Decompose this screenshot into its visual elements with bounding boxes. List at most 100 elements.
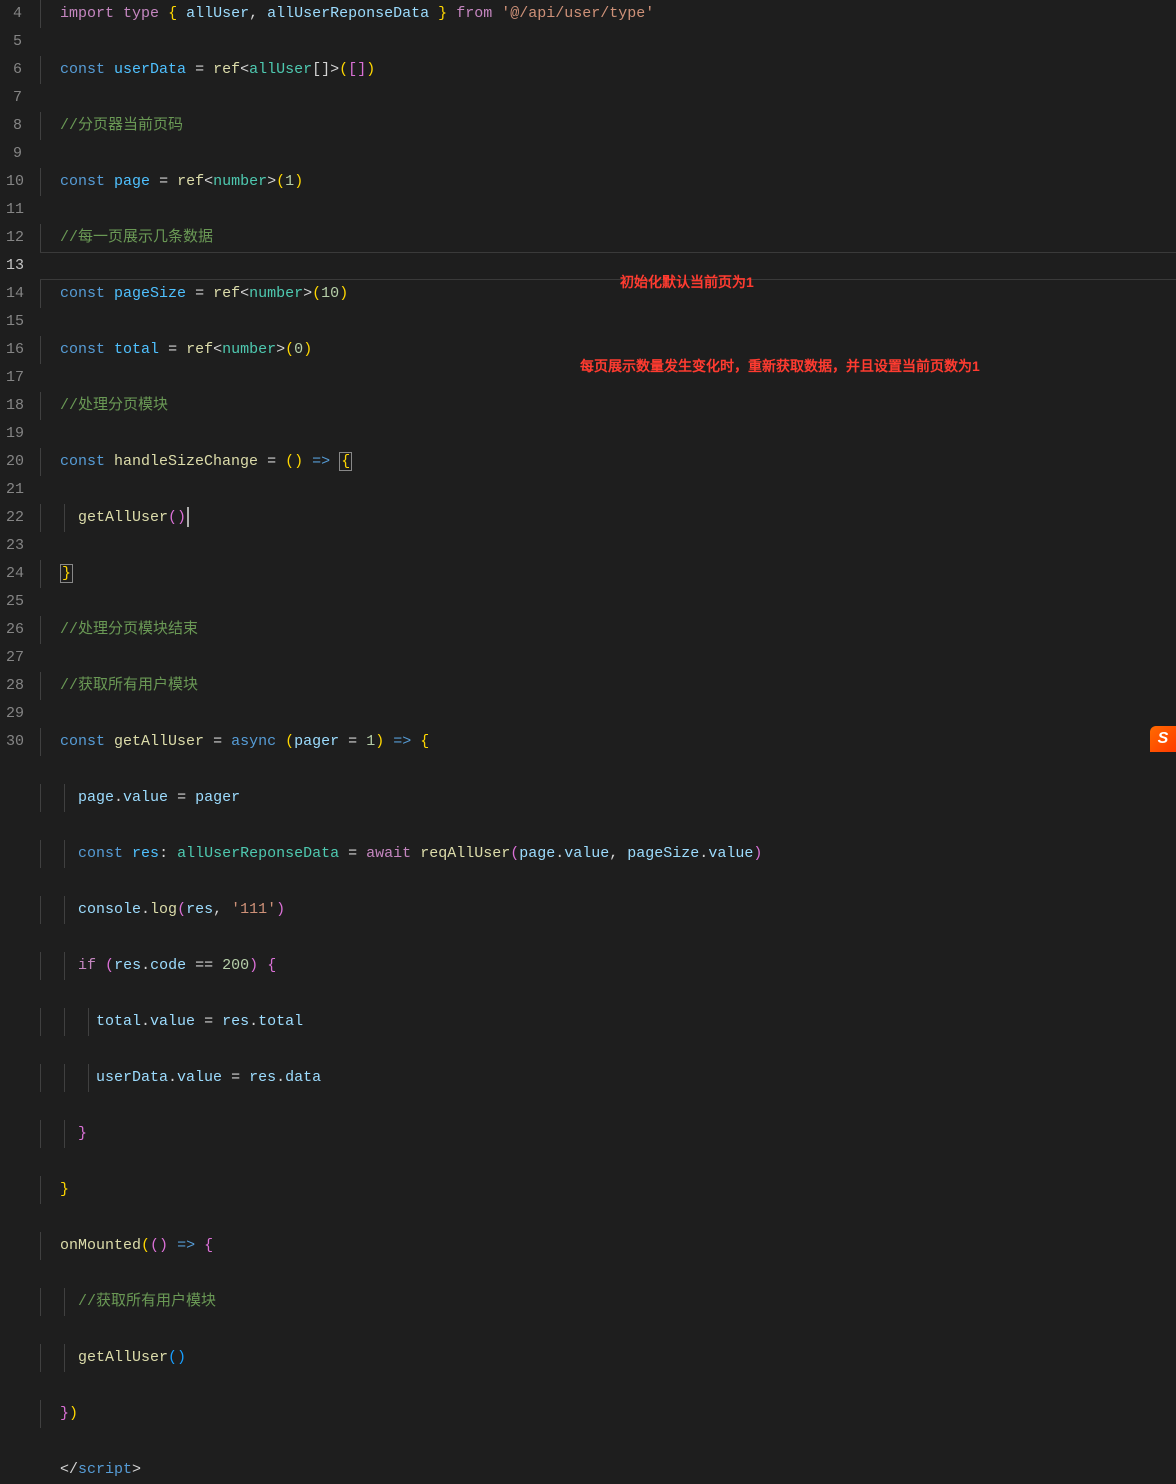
code-token [186,789,195,806]
code-line[interactable]: page.value = pager [40,784,1176,812]
code-token: < [240,285,249,302]
code-token: //每一页展示几条数据 [60,229,213,246]
code-token: //获取所有用户模块 [78,1293,216,1310]
line-number: 6 [6,56,22,84]
code-token: const [60,285,105,302]
code-line[interactable]: userData.value = res.data [40,1064,1176,1092]
code-token: type [123,5,159,22]
code-token: allUser [249,61,312,78]
code-line[interactable]: //获取所有用户模块 [40,1288,1176,1316]
code-line[interactable]: if (res.code == 200) { [40,952,1176,980]
code-token [222,1069,231,1086]
line-number: 17 [6,364,22,392]
code-token: ( [510,845,519,862]
code-token: == [195,957,213,974]
code-token: const [60,733,105,750]
code-token: from [456,5,492,22]
code-line[interactable]: }) [40,1400,1176,1428]
code-line[interactable]: } [40,1176,1176,1204]
code-token: ( [150,1237,159,1254]
code-token: //处理分页模块 [60,397,168,414]
code-token [159,341,168,358]
code-line[interactable]: const res: allUserReponseData = await re… [40,840,1176,868]
code-token [303,453,312,470]
code-line[interactable]: getAllUser() [40,1344,1176,1372]
code-token [213,957,222,974]
code-line[interactable]: const pageSize = ref<number>(10) [40,280,1176,308]
code-token: const [60,341,105,358]
code-token [195,1013,204,1030]
code-token: , [249,5,267,22]
code-token: //处理分页模块结束 [60,621,198,638]
code-token [492,5,501,22]
code-line[interactable]: const total = ref<number>(0) [40,336,1176,364]
code-line[interactable]: } [40,1120,1176,1148]
code-line[interactable]: //处理分页模块结束 [40,616,1176,644]
code-token: ( [312,285,321,302]
code-line[interactable]: //获取所有用户模块 [40,672,1176,700]
sogou-ime-icon[interactable]: S [1150,726,1176,752]
code-token: value [564,845,609,862]
code-token: < [213,341,222,358]
line-number: 24 [6,560,22,588]
code-token: ( [276,173,285,190]
code-line[interactable]: const page = ref<number>(1) [40,168,1176,196]
line-number: 7 [6,84,22,112]
code-token: ) [753,845,762,862]
code-token: < [204,173,213,190]
code-token: . [141,1013,150,1030]
code-area[interactable]: 初始化默认当前页为1 每页展示数量发生变化时，重新获取数据，并且设置当前页数为1… [40,0,1176,752]
line-number: 13 [6,252,22,280]
code-token: ) [366,61,375,78]
code-line[interactable]: //分页器当前页码 [40,112,1176,140]
code-token: ) [177,1349,186,1366]
code-line[interactable]: getAllUser() [40,504,1176,532]
code-line[interactable]: total.value = res.total [40,1008,1176,1036]
code-token: } [60,564,73,583]
code-token: . [168,1069,177,1086]
code-token: pager [195,789,240,806]
code-token [186,957,195,974]
code-token: = [195,285,204,302]
code-line[interactable]: const userData = ref<allUser[]>([]) [40,56,1176,84]
code-line[interactable]: //每一页展示几条数据 [40,224,1176,252]
code-token [447,5,456,22]
code-token [114,5,123,22]
code-token: total [114,341,159,358]
code-token: total [258,1013,303,1030]
code-token: . [141,901,150,918]
code-token: import [60,5,114,22]
code-token: > [276,341,285,358]
code-token [177,341,186,358]
code-token: , [213,901,231,918]
code-token: reqAllUser [420,845,510,862]
code-token [105,61,114,78]
code-line[interactable]: console.log(res, '111') [40,896,1176,924]
code-token [177,5,186,22]
code-token: 0 [294,341,303,358]
code-token [204,61,213,78]
code-line[interactable]: import type { allUser, allUserReponseDat… [40,0,1176,28]
code-token [96,957,105,974]
code-token: async [231,733,276,750]
code-token [357,733,366,750]
code-editor[interactable]: 4567891011121314151617181920212223242526… [0,0,1176,752]
code-line[interactable]: //处理分页模块 [40,392,1176,420]
code-token: value [150,1013,195,1030]
code-line[interactable]: } [40,560,1176,588]
code-token: const [60,61,105,78]
code-token: ( [141,1237,150,1254]
code-line[interactable]: onMounted(() => { [40,1232,1176,1260]
code-line[interactable]: const handleSizeChange = () => { [40,448,1176,476]
code-token: allUserReponseData [267,5,429,22]
code-token: ) [339,285,348,302]
code-token: = [267,453,276,470]
code-token: const [78,845,123,862]
line-number: 21 [6,476,22,504]
code-line[interactable]: </script> [40,1456,1176,1484]
code-token: await [366,845,411,862]
code-token: ( [285,733,294,750]
code-token [276,453,285,470]
code-token: ( [168,1349,177,1366]
code-token: value [177,1069,222,1086]
